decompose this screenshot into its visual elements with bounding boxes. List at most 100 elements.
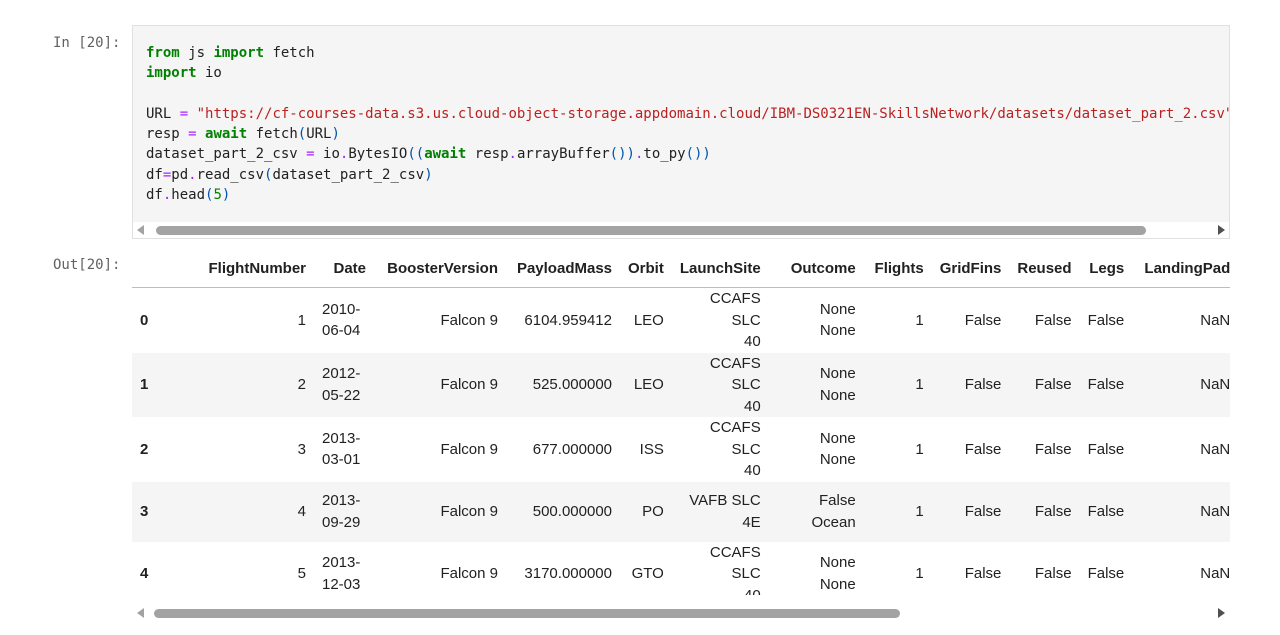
- table-cell: NaN: [1200, 565, 1230, 582]
- table-cell: NaN: [1200, 376, 1230, 393]
- table-row: 1 2 2012- 05-22 Falcon 9 525.000000 LEO CCAFS S…: [132, 352, 1230, 417]
- dataframe-table: FlightNumber Date BoosterVersion PayloadMas…: [132, 250, 1230, 595]
- number-literal: 5: [213, 187, 222, 204]
- row-index: 0: [132, 287, 159, 353]
- code-token: BytesIO: [348, 146, 408, 163]
- code-token: dataset_part_2_csv: [272, 166, 425, 183]
- scroll-left-arrow-icon[interactable]: [137, 225, 144, 235]
- row-index: 4: [140, 565, 149, 583]
- keyword: await: [424, 146, 467, 163]
- table-cell: False: [1087, 440, 1125, 458]
- table-cell: False: [1087, 565, 1125, 582]
- code-token: js: [179, 45, 214, 61]
- output-horizontal-scrollbar[interactable]: [133, 605, 1229, 621]
- column-header: Date: [333, 260, 366, 277]
- url-string: "https://cf-courses-data.s3.us.cloud-obj…: [188, 105, 1230, 122]
- table-cell: NaN: [1200, 440, 1230, 458]
- table-cell: Falcon 9: [374, 287, 506, 353]
- table-cell: VAFB SLC 4E: [689, 492, 761, 531]
- table-cell: 1: [915, 440, 924, 458]
- table-cell: 2013- 03-01: [322, 429, 361, 469]
- code-editor[interactable]: from js import fetch import io URL = "ht…: [132, 25, 1230, 239]
- column-header: PayloadMass: [516, 260, 612, 277]
- code-token: URL: [146, 105, 180, 122]
- column-header: FlightNumber: [208, 260, 307, 277]
- table-cell: 677.000000: [532, 440, 612, 458]
- table-row: 2 3 2013- 03-01 Falcon 9 677.000000 ISS CCAFS S…: [132, 417, 1230, 482]
- table-cell: CCAFS SLC 40: [709, 419, 761, 479]
- scroll-left-arrow-icon[interactable]: [137, 608, 144, 618]
- table-row: 0 1 2010- 06-04 Falcon 9 6104.959412 LEO CCAFS …: [132, 287, 1230, 353]
- table-cell: False: [1034, 502, 1072, 520]
- column-header: Flights: [874, 260, 924, 277]
- column-header: LandingPad: [1144, 260, 1230, 277]
- code-token: to_py: [643, 146, 686, 163]
- table-cell: 525.000000: [532, 376, 612, 393]
- operator: =: [179, 105, 189, 122]
- column-header: GridFins: [939, 260, 1002, 277]
- table-cell: Falcon 9: [440, 440, 498, 458]
- table-cell: CCAFS SLC 40: [671, 287, 769, 353]
- table-cell: False: [1009, 287, 1080, 353]
- table-cell: 5: [297, 565, 306, 582]
- code-token: arrayBuffer: [516, 146, 610, 163]
- table-cell: False: [964, 440, 1002, 458]
- table-cell: None None: [819, 554, 856, 593]
- table-cell: NaN: [1200, 502, 1230, 520]
- table-cell: 2: [297, 376, 306, 393]
- scrollbar-thumb[interactable]: [154, 609, 900, 618]
- keyword: from: [146, 45, 180, 61]
- table-cell: False: [1087, 502, 1125, 520]
- table-cell: ISS: [639, 440, 664, 458]
- keyword: import: [146, 65, 197, 82]
- scrollbar-thumb[interactable]: [156, 226, 1146, 235]
- table-cell: False: [1034, 376, 1072, 393]
- code-text[interactable]: from js import fetch import io URL = "ht…: [146, 43, 1230, 205]
- code-token: URL: [306, 126, 332, 143]
- table-row: 4 5 2013- 12-03 Falcon 9 3170.000000 GTO CCAFS …: [132, 541, 1230, 596]
- code-token: df: [146, 166, 163, 183]
- table-body: 0 1 2010- 06-04 Falcon 9 6104.959412 LEO CCAFS …: [132, 287, 1230, 596]
- table-cell: 2013- 12-03: [322, 554, 361, 593]
- table-cell: 2010- 06-04: [314, 287, 374, 353]
- table-cell: 4: [297, 502, 306, 520]
- operator: .: [508, 146, 517, 163]
- code-horizontal-scrollbar[interactable]: [133, 222, 1229, 238]
- paren: ): [221, 187, 231, 204]
- code-token: io: [196, 65, 222, 82]
- table-cell: LEO: [633, 376, 664, 393]
- scroll-right-arrow-icon[interactable]: [1218, 608, 1225, 618]
- dataframe-output: FlightNumber Date BoosterVersion PayloadMas…: [132, 250, 1230, 595]
- table-cell: CCAFS SLC 40: [709, 543, 761, 596]
- paren: ()): [685, 146, 711, 163]
- column-header: LaunchSite: [679, 260, 761, 277]
- table-cell: 1: [915, 502, 924, 520]
- output-prompt: Out[20]:: [53, 257, 121, 273]
- column-header: [132, 250, 159, 288]
- table-cell: 6104.959412: [506, 287, 620, 353]
- row-index: 3: [140, 503, 149, 520]
- table-header-row: FlightNumber Date BoosterVersion PayloadMas…: [132, 250, 1231, 288]
- table-cell: None None: [819, 429, 856, 469]
- table-cell: 1: [159, 287, 314, 353]
- table-cell: False: [1087, 376, 1125, 393]
- paren: ): [331, 126, 340, 143]
- code-token: fetch: [264, 45, 315, 61]
- code-token: read_csv: [196, 166, 265, 183]
- column-header: Orbit: [628, 260, 664, 277]
- table-cell: None None: [819, 365, 856, 404]
- table-cell: CCAFS SLC 40: [709, 354, 761, 415]
- table-cell: Falcon 9: [440, 376, 498, 393]
- column-header: Legs: [1089, 260, 1125, 277]
- table-cell: 500.000000: [532, 502, 612, 520]
- scroll-right-arrow-icon[interactable]: [1218, 225, 1225, 235]
- paren: ): [424, 166, 433, 183]
- code-token: head: [171, 187, 206, 204]
- code-token: dataset_part_2_csv: [146, 146, 307, 163]
- table-cell: False: [964, 376, 1002, 393]
- code-token: fetch: [247, 126, 298, 143]
- column-header: Reused: [1017, 260, 1072, 277]
- table-cell: GTO: [631, 565, 664, 582]
- table-cell: PO: [642, 502, 664, 520]
- table-cell: 1: [863, 287, 932, 353]
